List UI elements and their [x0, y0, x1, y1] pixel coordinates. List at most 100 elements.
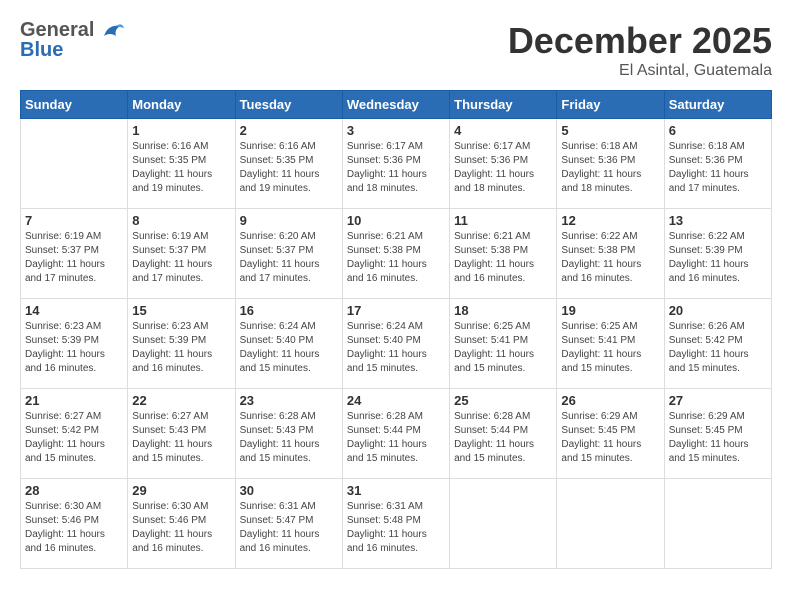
day-number: 14	[25, 303, 123, 318]
calendar-cell: 16 Sunrise: 6:24 AM Sunset: 5:40 PM Dayli…	[235, 299, 342, 389]
day-info: Sunrise: 6:24 AM Sunset: 5:40 PM Dayligh…	[240, 320, 338, 376]
calendar-cell: 9 Sunrise: 6:20 AM Sunset: 5:37 PM Daylig…	[235, 209, 342, 299]
calendar-cell: 22 Sunrise: 6:27 AM Sunset: 5:43 PM Dayli…	[128, 389, 235, 479]
calendar-week-row: 7 Sunrise: 6:19 AM Sunset: 5:37 PM Daylig…	[21, 209, 772, 299]
calendar-cell: 10 Sunrise: 6:21 AM Sunset: 5:38 PM Dayli…	[342, 209, 449, 299]
day-number: 16	[240, 303, 338, 318]
location-subtitle: El Asintal, Guatemala	[508, 62, 772, 80]
calendar-table: SundayMondayTuesdayWednesdayThursdayFrid…	[20, 90, 772, 569]
day-info: Sunrise: 6:30 AM Sunset: 5:46 PM Dayligh…	[25, 500, 123, 556]
calendar-cell: 6Sunrise: 6:18 AM Sunset: 5:36 PM Daylig…	[664, 119, 771, 209]
column-header-saturday: Saturday	[664, 91, 771, 119]
day-number: 4	[454, 123, 552, 138]
logo-general: General	[20, 20, 94, 40]
day-number: 13	[669, 213, 767, 228]
calendar-cell: 3Sunrise: 6:17 AM Sunset: 5:36 PM Daylig…	[342, 119, 449, 209]
logo-blue: Blue	[20, 40, 94, 60]
day-number: 31	[347, 483, 445, 498]
day-number: 23	[240, 393, 338, 408]
calendar-cell: 12 Sunrise: 6:22 AM Sunset: 5:38 PM Dayli…	[557, 209, 664, 299]
day-info: Sunrise: 6:21 AM Sunset: 5:38 PM Dayligh…	[454, 230, 552, 286]
day-info: Sunrise: 6:21 AM Sunset: 5:38 PM Dayligh…	[347, 230, 445, 286]
day-info: Sunrise: 6:28 AM Sunset: 5:44 PM Dayligh…	[347, 410, 445, 466]
day-number: 10	[347, 213, 445, 228]
day-number: 27	[669, 393, 767, 408]
day-info: Sunrise: 6:17 AM Sunset: 5:36 PM Dayligh…	[347, 140, 445, 196]
page-header: General Blue December 2025 El Asintal, G…	[20, 20, 772, 80]
calendar-week-row: 14 Sunrise: 6:23 AM Sunset: 5:39 PM Dayli…	[21, 299, 772, 389]
calendar-cell: 29 Sunrise: 6:30 AM Sunset: 5:46 PM Dayli…	[128, 479, 235, 569]
day-info: Sunrise: 6:25 AM Sunset: 5:41 PM Dayligh…	[561, 320, 659, 376]
calendar-cell: 28 Sunrise: 6:30 AM Sunset: 5:46 PM Dayli…	[21, 479, 128, 569]
calendar-cell: 20Sunrise: 6:26 AM Sunset: 5:42 PM Dayli…	[664, 299, 771, 389]
day-number: 21	[25, 393, 123, 408]
day-number: 22	[132, 393, 230, 408]
calendar-header-row: SundayMondayTuesdayWednesdayThursdayFrid…	[21, 91, 772, 119]
calendar-cell: 24 Sunrise: 6:28 AM Sunset: 5:44 PM Dayli…	[342, 389, 449, 479]
day-info: Sunrise: 6:27 AM Sunset: 5:43 PM Dayligh…	[132, 410, 230, 466]
day-info: Sunrise: 6:18 AM Sunset: 5:36 PM Dayligh…	[561, 140, 659, 196]
calendar-cell: 7Sunrise: 6:19 AM Sunset: 5:37 PM Daylig…	[21, 209, 128, 299]
calendar-cell	[450, 479, 557, 569]
title-area: December 2025 El Asintal, Guatemala	[508, 20, 772, 80]
day-info: Sunrise: 6:22 AM Sunset: 5:38 PM Dayligh…	[561, 230, 659, 286]
day-info: Sunrise: 6:28 AM Sunset: 5:43 PM Dayligh…	[240, 410, 338, 466]
column-header-thursday: Thursday	[450, 91, 557, 119]
day-number: 24	[347, 393, 445, 408]
calendar-cell: 2Sunrise: 6:16 AM Sunset: 5:35 PM Daylig…	[235, 119, 342, 209]
day-info: Sunrise: 6:28 AM Sunset: 5:44 PM Dayligh…	[454, 410, 552, 466]
day-info: Sunrise: 6:26 AM Sunset: 5:42 PM Dayligh…	[669, 320, 767, 376]
calendar-cell: 30 Sunrise: 6:31 AM Sunset: 5:47 PM Dayli…	[235, 479, 342, 569]
calendar-cell	[21, 119, 128, 209]
column-header-sunday: Sunday	[21, 91, 128, 119]
calendar-cell: 31Sunrise: 6:31 AM Sunset: 5:48 PM Dayli…	[342, 479, 449, 569]
day-number: 26	[561, 393, 659, 408]
day-info: Sunrise: 6:23 AM Sunset: 5:39 PM Dayligh…	[25, 320, 123, 376]
day-number: 11	[454, 213, 552, 228]
day-number: 8	[132, 213, 230, 228]
calendar-week-row: 28 Sunrise: 6:30 AM Sunset: 5:46 PM Dayli…	[21, 479, 772, 569]
day-info: Sunrise: 6:19 AM Sunset: 5:37 PM Dayligh…	[132, 230, 230, 286]
calendar-cell: 23 Sunrise: 6:28 AM Sunset: 5:43 PM Dayli…	[235, 389, 342, 479]
calendar-cell: 1 Sunrise: 6:16 AM Sunset: 5:35 PM Daylig…	[128, 119, 235, 209]
month-title: December 2025	[508, 20, 772, 62]
calendar-cell: 26 Sunrise: 6:29 AM Sunset: 5:45 PM Dayli…	[557, 389, 664, 479]
day-number: 1	[132, 123, 230, 138]
day-number: 25	[454, 393, 552, 408]
day-info: Sunrise: 6:27 AM Sunset: 5:42 PM Dayligh…	[25, 410, 123, 466]
day-info: Sunrise: 6:20 AM Sunset: 5:37 PM Dayligh…	[240, 230, 338, 286]
day-number: 29	[132, 483, 230, 498]
day-info: Sunrise: 6:30 AM Sunset: 5:46 PM Dayligh…	[132, 500, 230, 556]
day-number: 7	[25, 213, 123, 228]
day-info: Sunrise: 6:18 AM Sunset: 5:36 PM Dayligh…	[669, 140, 767, 196]
day-number: 17	[347, 303, 445, 318]
day-info: Sunrise: 6:23 AM Sunset: 5:39 PM Dayligh…	[132, 320, 230, 376]
calendar-cell	[664, 479, 771, 569]
column-header-friday: Friday	[557, 91, 664, 119]
calendar-cell: 14 Sunrise: 6:23 AM Sunset: 5:39 PM Dayli…	[21, 299, 128, 389]
day-info: Sunrise: 6:29 AM Sunset: 5:45 PM Dayligh…	[561, 410, 659, 466]
calendar-week-row: 1 Sunrise: 6:16 AM Sunset: 5:35 PM Daylig…	[21, 119, 772, 209]
calendar-cell: 11 Sunrise: 6:21 AM Sunset: 5:38 PM Dayli…	[450, 209, 557, 299]
calendar-cell: 21 Sunrise: 6:27 AM Sunset: 5:42 PM Dayli…	[21, 389, 128, 479]
day-number: 12	[561, 213, 659, 228]
day-number: 9	[240, 213, 338, 228]
day-number: 18	[454, 303, 552, 318]
day-info: Sunrise: 6:25 AM Sunset: 5:41 PM Dayligh…	[454, 320, 552, 376]
calendar-cell: 5 Sunrise: 6:18 AM Sunset: 5:36 PM Daylig…	[557, 119, 664, 209]
day-number: 30	[240, 483, 338, 498]
day-info: Sunrise: 6:31 AM Sunset: 5:47 PM Dayligh…	[240, 500, 338, 556]
column-header-wednesday: Wednesday	[342, 91, 449, 119]
day-number: 5	[561, 123, 659, 138]
day-info: Sunrise: 6:29 AM Sunset: 5:45 PM Dayligh…	[669, 410, 767, 466]
column-header-tuesday: Tuesday	[235, 91, 342, 119]
calendar-cell: 19Sunrise: 6:25 AM Sunset: 5:41 PM Dayli…	[557, 299, 664, 389]
day-info: Sunrise: 6:16 AM Sunset: 5:35 PM Dayligh…	[240, 140, 338, 196]
day-info: Sunrise: 6:17 AM Sunset: 5:36 PM Dayligh…	[454, 140, 552, 196]
logo: General Blue	[20, 20, 128, 60]
calendar-cell	[557, 479, 664, 569]
day-number: 28	[25, 483, 123, 498]
calendar-cell: 4 Sunrise: 6:17 AM Sunset: 5:36 PM Daylig…	[450, 119, 557, 209]
day-info: Sunrise: 6:16 AM Sunset: 5:35 PM Dayligh…	[132, 140, 230, 196]
day-info: Sunrise: 6:24 AM Sunset: 5:40 PM Dayligh…	[347, 320, 445, 376]
